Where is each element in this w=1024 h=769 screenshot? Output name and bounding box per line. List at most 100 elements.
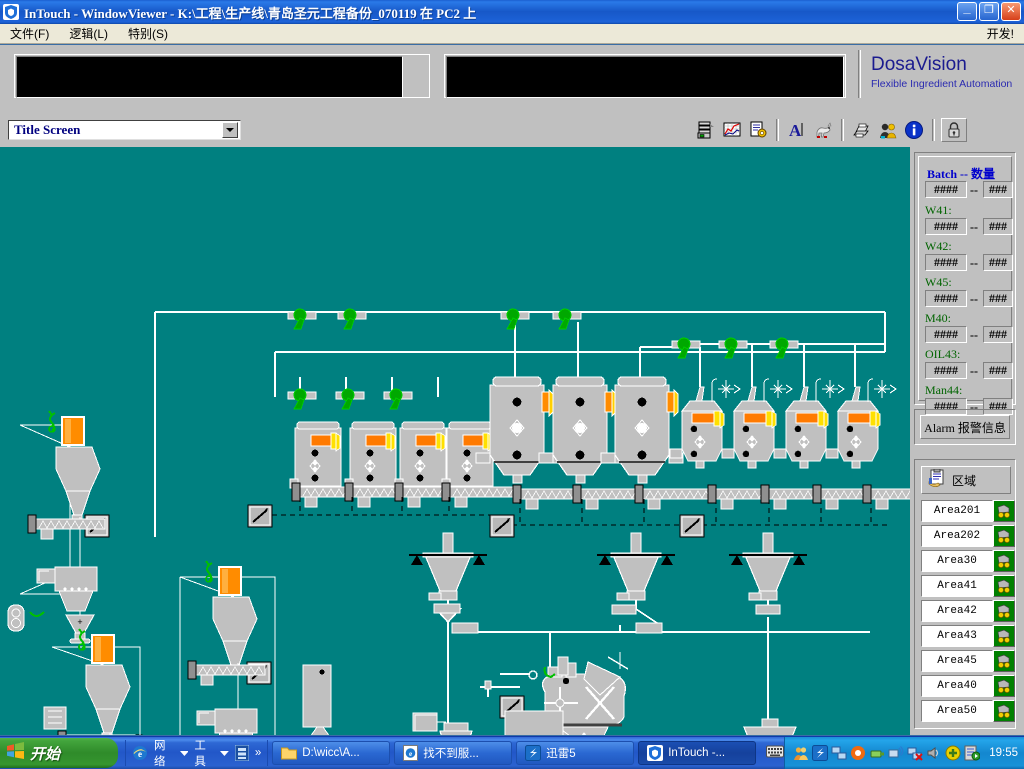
message-display-left[interactable]	[16, 56, 403, 98]
ql-internet-explorer[interactable]: e	[132, 745, 148, 761]
info-button[interactable]	[902, 118, 926, 142]
area-row-3[interactable]: Area41	[921, 575, 1015, 597]
intouch-window: InTouch - WindowViewer - K:\工程\生产线\青岛圣元工…	[0, 0, 1024, 768]
users-icon	[878, 120, 898, 140]
large-silo-screws	[513, 485, 712, 509]
tray-network-error-icon[interactable]	[907, 745, 923, 761]
chevron-down-icon[interactable]	[222, 122, 238, 138]
area-button-6[interactable]: Area45	[921, 650, 993, 672]
tray-volume-icon[interactable]	[926, 745, 942, 761]
machine-icon-8[interactable]	[993, 700, 1015, 722]
window-select[interactable]: Title Screen	[8, 120, 241, 140]
machine-icon-0[interactable]	[993, 500, 1015, 522]
ql-tools[interactable]: 工具	[194, 737, 228, 769]
ql-media[interactable]	[235, 745, 249, 761]
area-button-4[interactable]: Area42	[921, 600, 993, 622]
users-button[interactable]	[876, 118, 900, 142]
area-button-7[interactable]: Area40	[921, 675, 993, 697]
machine-icon-5[interactable]	[993, 625, 1015, 647]
window-controls: _ ❐ ✕	[957, 2, 1021, 21]
toolbar: A	[694, 118, 967, 142]
machine-icon-4[interactable]	[993, 600, 1015, 622]
close-button[interactable]: ✕	[1001, 2, 1021, 21]
task-button-2[interactable]: 迅雷5	[516, 741, 634, 765]
restore-button[interactable]: ❐	[979, 2, 999, 21]
svg-text:A: A	[789, 121, 802, 140]
misc-box-1	[415, 715, 437, 731]
area-row-1[interactable]: Area202	[921, 525, 1015, 547]
machine-icon-3[interactable]	[993, 575, 1015, 597]
area-button-8[interactable]: Area50	[921, 700, 993, 722]
toolbar-separator-2	[841, 119, 844, 141]
status-value-batch-2: ###	[983, 181, 1013, 198]
weigh-hopper-1	[409, 533, 487, 600]
menu-special[interactable]: 特别(S)	[118, 24, 178, 43]
task-button-0[interactable]: D:\wicc\A...	[272, 741, 390, 765]
tray-usb-icon[interactable]	[869, 745, 885, 761]
machine-icon-6[interactable]	[993, 650, 1015, 672]
tray-firewall-icon[interactable]	[850, 745, 866, 761]
control-display-box	[505, 711, 563, 735]
ime-keyboard-icon[interactable]	[766, 745, 784, 762]
task-button-3[interactable]: InTouch -...	[638, 741, 756, 765]
dust-filter-1	[712, 379, 740, 402]
media-icon	[235, 745, 249, 761]
screw-4	[442, 483, 519, 507]
tray-thunder-icon[interactable]	[812, 745, 828, 761]
status-sep-w41: --	[970, 220, 978, 235]
area-row-6[interactable]: Area45	[921, 650, 1015, 672]
machine-icon-2[interactable]	[993, 550, 1015, 572]
area-panel-header[interactable]: 区域	[921, 466, 1011, 494]
status-value-w42-1: ####	[925, 254, 967, 271]
area-button-3[interactable]: Area41	[921, 575, 993, 597]
menu-file[interactable]: 文件(F)	[0, 24, 59, 43]
status-label-batch: Batch -- 数量	[927, 165, 995, 182]
process-mimic-canvas[interactable]: +	[0, 147, 910, 735]
lock-button[interactable]	[941, 118, 967, 142]
message-display-right[interactable]	[446, 56, 844, 98]
small-silo-group	[290, 422, 493, 488]
area-row-8[interactable]: Area50	[921, 700, 1015, 722]
menu-logic[interactable]: 逻辑(L)	[59, 24, 118, 43]
font-button[interactable]: A	[785, 118, 809, 142]
bulk-bag-fill-station	[744, 719, 796, 735]
ql-network[interactable]: 网络	[154, 737, 188, 769]
tray-network-icon[interactable]	[831, 745, 847, 761]
trend-button[interactable]	[720, 118, 744, 142]
area-row-0[interactable]: Area201	[921, 500, 1015, 522]
ie-page-icon: e	[403, 745, 418, 761]
ql-network-label: 网络	[154, 737, 177, 769]
machine-icon-7[interactable]	[993, 675, 1015, 697]
menu-development[interactable]: 开发!	[977, 24, 1024, 43]
task-button-1[interactable]: e 找不到服...	[394, 741, 512, 765]
area-row-4[interactable]: Area42	[921, 600, 1015, 622]
sifter-1	[37, 567, 97, 611]
minimize-button[interactable]: _	[957, 2, 977, 21]
machine-icon-1[interactable]	[993, 525, 1015, 547]
area-row-2[interactable]: Area30	[921, 550, 1015, 572]
tray-users-icon[interactable]	[793, 745, 809, 761]
tray-wireless-icon[interactable]	[888, 745, 904, 761]
area-button-1[interactable]: Area202	[921, 525, 993, 547]
ql-overflow[interactable]: »	[255, 747, 261, 759]
tray-update-icon[interactable]	[945, 745, 961, 761]
area-button-2[interactable]: Area30	[921, 550, 993, 572]
wizard-button[interactable]	[811, 118, 835, 142]
ql-tools-label: 工具	[194, 737, 217, 769]
tray-clock[interactable]: 19:55	[989, 747, 1018, 759]
big-bag-station-2	[79, 629, 130, 735]
status-value-w42-2: ###	[983, 254, 1013, 271]
scripts-button[interactable]	[746, 118, 770, 142]
tag-browser-button[interactable]	[694, 118, 718, 142]
tray-media-player-icon[interactable]	[964, 745, 980, 761]
print-button[interactable]	[850, 118, 874, 142]
start-button[interactable]: 开始	[0, 738, 118, 768]
hose-1	[30, 612, 44, 616]
area-button-5[interactable]: Area43	[921, 625, 993, 647]
area-row-5[interactable]: Area43	[921, 625, 1015, 647]
valve-10	[384, 389, 412, 409]
message-display-left-frame	[14, 54, 430, 98]
area-row-7[interactable]: Area40	[921, 675, 1015, 697]
alarm-summary-button[interactable]: Alarm 报警信息	[920, 415, 1010, 439]
area-button-0[interactable]: Area201	[921, 500, 993, 522]
